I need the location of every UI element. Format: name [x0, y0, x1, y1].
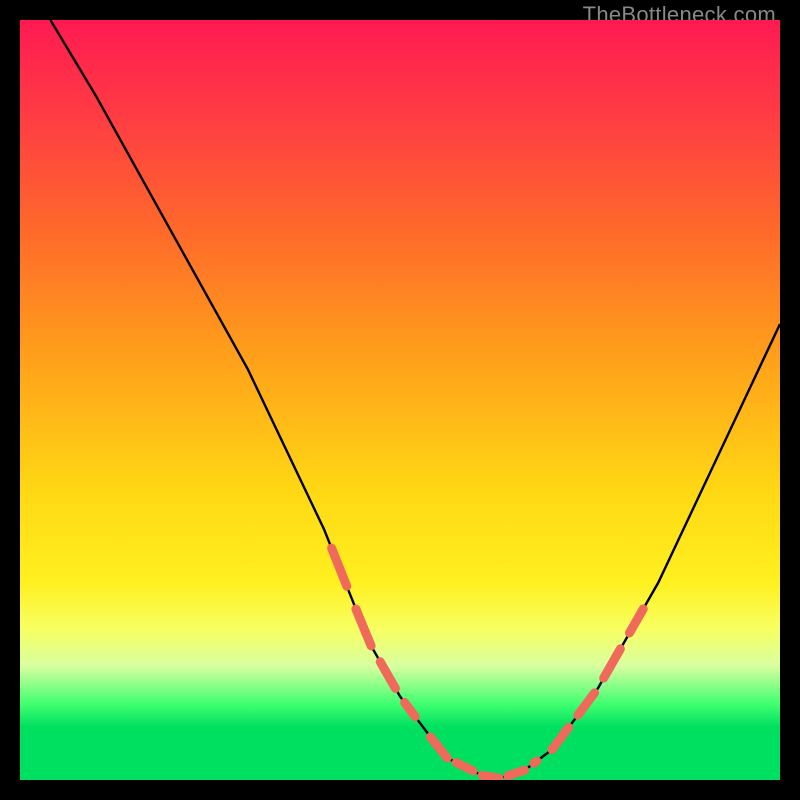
- chart-frame: TheBottleneck.com: [0, 0, 800, 800]
- heat-gradient-background: [20, 20, 780, 780]
- plot-area: [20, 20, 780, 780]
